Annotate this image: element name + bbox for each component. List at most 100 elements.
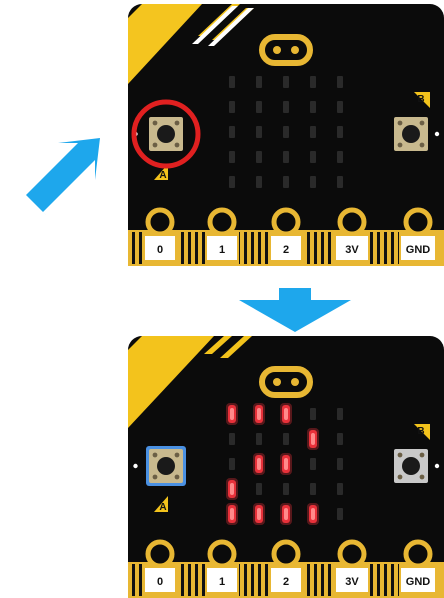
- led-off: [337, 76, 343, 88]
- led-off: [337, 126, 343, 138]
- connector-finger: [321, 564, 324, 596]
- button-a-screw: [174, 120, 180, 126]
- led-off: [229, 101, 235, 113]
- pin-ring: [337, 539, 367, 569]
- logo-dot-right: [291, 378, 299, 386]
- connector-finger: [244, 564, 247, 596]
- pin-label-1: 1: [219, 576, 225, 588]
- connector-finger: [384, 232, 387, 264]
- button-a-screw: [152, 452, 158, 458]
- connector-finger: [321, 232, 324, 264]
- led-off: [229, 151, 235, 163]
- led-off: [283, 101, 289, 113]
- pin-ring: [337, 207, 367, 237]
- pin-label-0: 0: [157, 576, 163, 588]
- led-off: [310, 101, 316, 113]
- button-b-side-dot: [434, 131, 440, 137]
- logo-dot-left: [273, 378, 281, 386]
- connector-finger: [370, 232, 373, 264]
- connector-finger: [314, 232, 317, 264]
- button-b-screw: [397, 142, 403, 148]
- connector-finger: [132, 232, 135, 264]
- microbit-board-after: A B 0 1 2 3V GND: [128, 336, 444, 598]
- button-a-label: A: [159, 502, 166, 513]
- connector-finger: [202, 232, 205, 264]
- connector-finger: [139, 232, 142, 264]
- button-b-label: B: [417, 94, 424, 105]
- connector-finger: [181, 232, 184, 264]
- microbit-board-before: A B 0 1 2 3V GND: [128, 4, 444, 266]
- led-highlight: [284, 508, 288, 520]
- pin-label-1: 1: [219, 244, 225, 256]
- pin-ring: [403, 207, 433, 237]
- pin-label-2: 2: [283, 576, 289, 588]
- button-a-screw: [174, 142, 180, 148]
- button-a: [146, 446, 186, 486]
- arrow-up-right-icon: [26, 138, 100, 215]
- connector-finger: [132, 564, 135, 596]
- connector-finger: [307, 564, 310, 596]
- led-off: [337, 408, 343, 420]
- pin-ring: [403, 539, 433, 569]
- connector-finger: [139, 564, 142, 596]
- connector-finger: [377, 564, 380, 596]
- pin-ring: [145, 539, 175, 569]
- connector-finger: [314, 564, 317, 596]
- pin-ring: [207, 539, 237, 569]
- led-off: [229, 433, 235, 445]
- connector-finger: [258, 232, 261, 264]
- button-b-screw: [397, 120, 403, 126]
- connector-finger: [181, 564, 184, 596]
- connector-finger: [188, 232, 191, 264]
- connector-finger: [328, 564, 331, 596]
- pin-label-3: 3V: [345, 576, 359, 588]
- led-highlight: [230, 508, 234, 520]
- led-off: [229, 126, 235, 138]
- pin-ring: [145, 207, 175, 237]
- led-off: [310, 76, 316, 88]
- connector-finger: [244, 232, 247, 264]
- connector-finger: [265, 232, 268, 264]
- button-a-screw: [174, 474, 180, 480]
- led-off: [310, 176, 316, 188]
- led-off: [283, 76, 289, 88]
- led-off: [256, 433, 262, 445]
- button-a-label: A: [159, 170, 166, 181]
- led-highlight: [311, 508, 315, 520]
- pin-label-0: 0: [157, 244, 163, 256]
- button-b-screw: [419, 142, 425, 148]
- led-off: [337, 483, 343, 495]
- led-off: [256, 76, 262, 88]
- button-b-label: B: [417, 426, 424, 437]
- led-off: [256, 176, 262, 188]
- led-off: [337, 101, 343, 113]
- led-off: [310, 483, 316, 495]
- button-a-screw: [152, 142, 158, 148]
- button-b-screw: [397, 452, 403, 458]
- pin-label-4: GND: [406, 244, 431, 256]
- led-off: [283, 176, 289, 188]
- arrow-down-icon: [239, 288, 351, 332]
- button-b-cap: [402, 125, 420, 143]
- led-off: [256, 483, 262, 495]
- button-b-screw: [397, 474, 403, 480]
- connector-finger: [251, 232, 254, 264]
- led-highlight: [257, 458, 261, 470]
- connector-finger: [265, 564, 268, 596]
- led-off: [229, 458, 235, 470]
- led-off: [337, 151, 343, 163]
- button-b-cap: [402, 457, 420, 475]
- led-off: [337, 176, 343, 188]
- button-a-screw: [152, 120, 158, 126]
- logo-dot-right: [291, 46, 299, 54]
- connector-finger: [195, 232, 198, 264]
- button-a-cap: [157, 125, 175, 143]
- connector-finger: [370, 564, 373, 596]
- button-a-side-dot: [133, 463, 138, 469]
- led-off: [229, 76, 235, 88]
- led-off: [310, 408, 316, 420]
- led-highlight: [230, 483, 234, 495]
- button-a-screw: [152, 474, 158, 480]
- led-off: [337, 458, 343, 470]
- led-off: [310, 126, 316, 138]
